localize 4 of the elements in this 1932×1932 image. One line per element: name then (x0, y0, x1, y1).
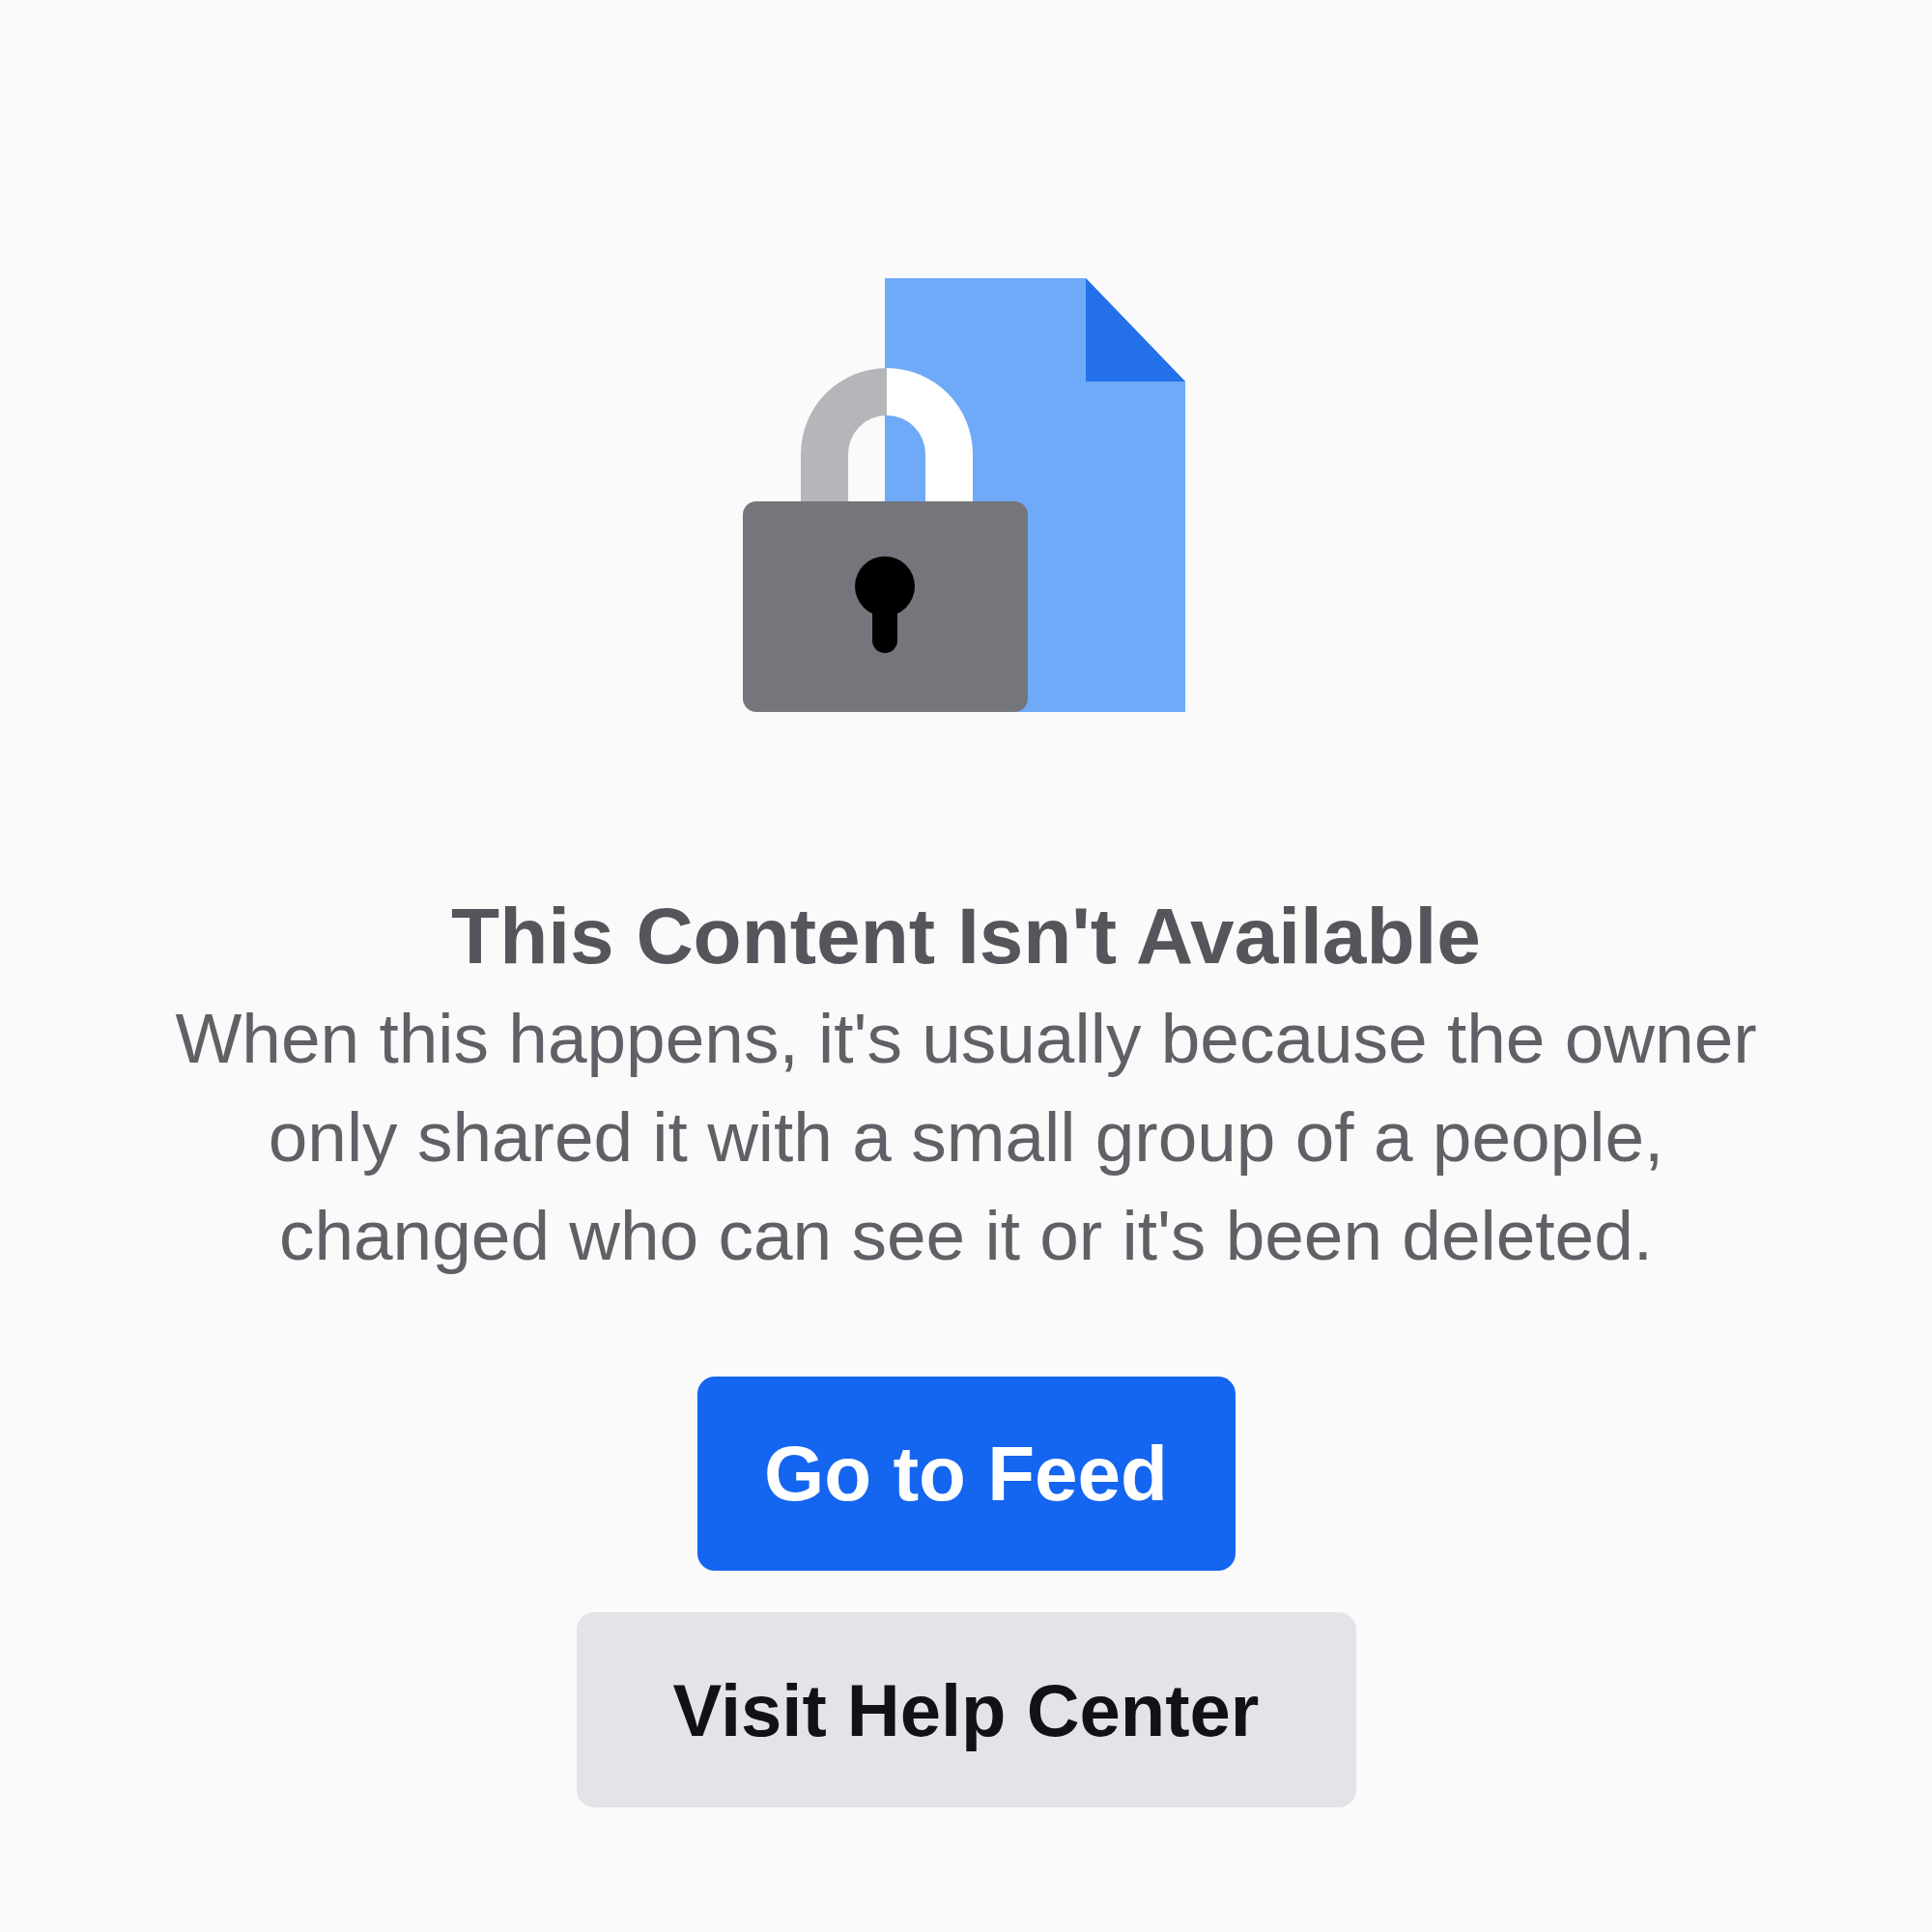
secondary-button[interactable]: Visit Help Center (576, 1612, 1356, 1808)
page-title: This Content Isn't Available (451, 891, 1481, 981)
primary-button[interactable]: Go to Feed (696, 1377, 1236, 1572)
explanation-text: When this happens, it's usually because the owner only shared it with a small group of a people, changed who can see it or it's been deleted. (174, 998, 1758, 1277)
